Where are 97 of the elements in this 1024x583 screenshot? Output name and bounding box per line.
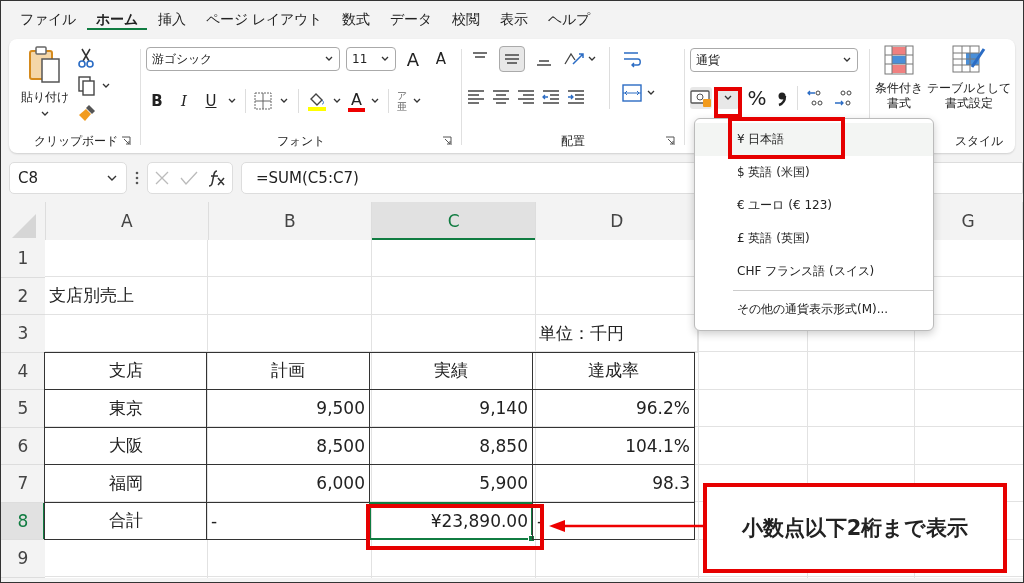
decrease-indent-icon[interactable] [542, 89, 562, 105]
ribbon-tab[interactable]: 数式 [333, 5, 380, 35]
colored-grid-icon [884, 45, 914, 75]
vertical-align-button[interactable] [499, 46, 525, 72]
caret-icon [40, 110, 50, 118]
group-label: スタイル [955, 132, 1003, 150]
table-cell: 計画 [271, 359, 305, 383]
caret-icon[interactable] [411, 97, 422, 105]
font-size-field[interactable]: 11 [346, 47, 396, 71]
table-cell: 96.2% [636, 398, 690, 419]
caret-icon [106, 174, 118, 182]
table-cell: - [537, 510, 544, 531]
table-cell: 福岡 [108, 471, 143, 495]
table-cell: 9,140 [479, 398, 528, 419]
align-lines-icon [472, 52, 488, 58]
row-header[interactable]: 7 [1, 465, 45, 503]
table-cell: 東京 [108, 396, 143, 420]
table-cell: 実績 [434, 359, 468, 383]
currency-icon[interactable] [690, 87, 712, 109]
menu-item[interactable]: その他の通貨表示形式(M)... [695, 293, 933, 326]
table-cell: 大阪 [108, 434, 143, 458]
ribbon-tab[interactable]: ホーム [87, 5, 147, 35]
font-name-field[interactable]: 游ゴシック [146, 47, 340, 71]
name-box[interactable]: C8 [9, 162, 127, 194]
check-icon[interactable] [180, 170, 198, 186]
bold-button[interactable]: B [146, 89, 168, 113]
table-cell: - [211, 510, 218, 531]
menu-item[interactable]: ¥ 日本語 [695, 123, 933, 156]
table-cell: 支店 [108, 359, 143, 383]
table-brush-icon [952, 45, 986, 75]
ribbon-tab[interactable]: 表示 [491, 5, 538, 35]
clipboard-icon [28, 45, 62, 85]
insert-function-icon[interactable] [208, 169, 226, 187]
row-header[interactable]: 1 [1, 240, 45, 278]
row-header[interactable]: 8 [1, 502, 45, 540]
table-cell: 6,000 [316, 473, 365, 494]
table-cell: 104.1% [625, 435, 690, 456]
scissors-icon[interactable] [77, 47, 95, 69]
dialog-launcher-icon[interactable] [442, 136, 452, 146]
group-label: 配置 [561, 132, 585, 150]
row-header[interactable]: 6 [1, 427, 45, 465]
increase-indent-icon[interactable] [567, 89, 587, 105]
font-color-button[interactable]: A [348, 90, 365, 112]
table-cell: 合計 [108, 509, 143, 533]
caret-icon [380, 55, 390, 63]
align-center-icon[interactable] [492, 89, 512, 105]
wrap-text-icon[interactable] [622, 49, 642, 69]
table-cell: 8,500 [316, 435, 365, 456]
row-header[interactable]: 2 [1, 277, 45, 315]
table-cell: 8,850 [479, 435, 528, 456]
caret-icon [842, 56, 852, 64]
ribbon-tab[interactable]: 校閲 [443, 5, 490, 35]
underline-button[interactable]: U [200, 89, 222, 113]
dialog-launcher-icon[interactable] [121, 136, 131, 146]
menu-item[interactable]: CHF フランス語 (スイス) [695, 255, 933, 288]
row-header[interactable]: 3 [1, 315, 45, 353]
dialog-launcher-icon[interactable] [665, 136, 675, 146]
group-label: クリップボード [34, 132, 118, 150]
column-header[interactable]: C [372, 202, 536, 240]
table-cell: 5,900 [479, 473, 528, 494]
callout-text: 小数点以下2桁まで表示 [741, 515, 969, 542]
percent-style-button[interactable]: % [744, 86, 770, 110]
table-cell: 単位：千円 [539, 321, 625, 345]
number-format-field[interactable]: 通貨 [690, 48, 858, 72]
merge-center-icon[interactable] [622, 83, 656, 103]
caret-icon [723, 94, 733, 102]
align-right-icon[interactable] [517, 89, 537, 105]
row-header[interactable]: 9 [1, 540, 45, 578]
borders-icon[interactable] [254, 92, 290, 110]
table-cell: 98.3 [652, 473, 690, 494]
increase-font-size-button[interactable]: A [402, 47, 424, 71]
table-cell: ¥23,890.00 [430, 510, 528, 531]
phonetic-guide-button[interactable]: ア 亜 [396, 90, 407, 112]
row-header[interactable]: 4 [1, 352, 45, 390]
row-header[interactable]: 5 [1, 390, 45, 428]
copy-icon[interactable] [77, 75, 111, 97]
decrease-decimal-icon[interactable] [833, 87, 855, 109]
italic-button[interactable]: I [173, 89, 195, 113]
caret-icon [324, 55, 334, 63]
ribbon-tab[interactable]: 挿入 [149, 5, 195, 35]
ribbon-tab[interactable]: ページ レイアウト [197, 5, 332, 35]
caret-icon[interactable] [369, 97, 380, 105]
paste-button[interactable]: 貼り付け [17, 43, 73, 129]
table-cell: 9,500 [316, 398, 365, 419]
align-lines-icon [504, 54, 520, 64]
format-painter-icon[interactable] [77, 103, 97, 123]
align-left-icon[interactable] [467, 89, 487, 105]
ribbon-tab[interactable]: ヘルプ [539, 5, 600, 35]
decrease-font-size-button[interactable]: A [430, 47, 452, 71]
group-label: フォント [277, 132, 325, 150]
more-options-icon[interactable] [135, 171, 139, 185]
ribbon-tab[interactable]: ファイル [11, 5, 85, 35]
ribbon-tab[interactable]: データ [381, 5, 442, 35]
table-cell: 支店別売上 [48, 284, 134, 308]
caret-icon[interactable] [227, 97, 237, 105]
align-lines-icon [536, 60, 552, 66]
table-cell: 達成率 [588, 359, 639, 383]
